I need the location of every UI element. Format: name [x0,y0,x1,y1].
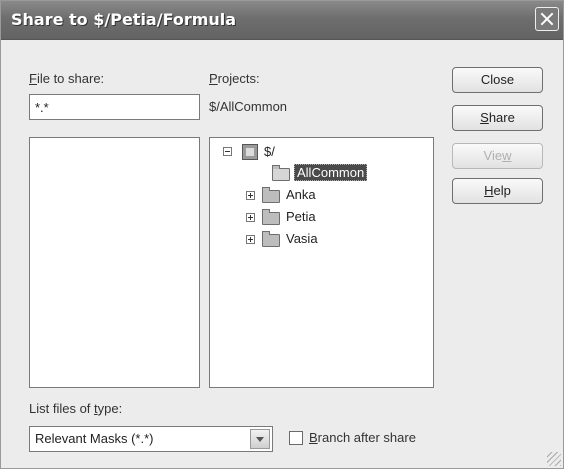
resize-grip-icon[interactable] [547,452,561,466]
database-icon [242,144,258,160]
file-to-share-label: File to share: [29,71,105,86]
share-dialog: Share to $/Petia/Formula File to share: … [0,0,564,469]
open-folder-icon [272,165,290,181]
tree-node-label: $/ [264,144,275,159]
branch-after-share-label[interactable]: Branch after share [309,430,416,445]
tree-node-label: AllCommon [294,164,368,181]
help-button[interactable]: Help [452,178,543,204]
title-bar: Share to $/Petia/Formula [1,1,563,40]
file-type-select[interactable]: Relevant Masks (*.*) [29,426,273,452]
expand-icon[interactable] [246,235,255,244]
branch-after-share-checkbox[interactable] [289,431,303,445]
folder-icon [262,231,280,247]
tree-node-label: Vasia [286,231,318,246]
folder-icon [262,187,280,203]
file-filter-input[interactable] [29,94,200,120]
projects-label: Projects: [209,71,260,86]
expand-icon[interactable] [246,213,255,222]
expand-icon[interactable] [246,191,255,200]
chevron-down-icon[interactable] [250,429,270,449]
file-type-label: List files of type: [29,401,123,416]
close-button[interactable]: Close [452,67,543,93]
file-type-value: Relevant Masks (*.*) [35,431,154,446]
project-tree[interactable]: $/ AllCommon Anka Petia Vasia [209,137,434,388]
dialog-title: Share to $/Petia/Formula [11,10,237,29]
share-button[interactable]: Share [452,105,543,131]
collapse-icon[interactable] [223,147,232,156]
file-list[interactable] [29,137,200,388]
tree-node-label: Petia [286,209,316,224]
tree-node-label: Anka [286,187,316,202]
close-window-icon[interactable] [535,7,559,31]
current-project-path: $/AllCommon [209,99,288,114]
view-button[interactable]: View [452,143,543,169]
folder-icon [262,209,280,225]
